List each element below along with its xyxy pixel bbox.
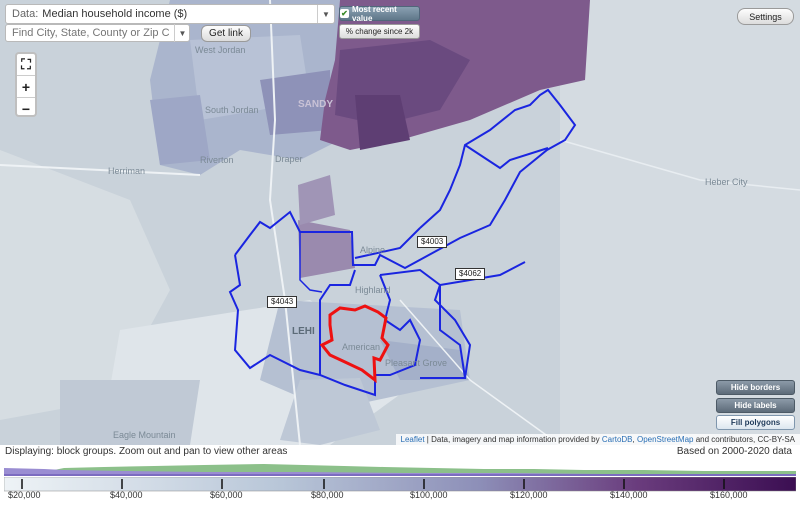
legend-tick-label: $80,000 <box>311 490 344 500</box>
fit-bounds-icon[interactable]: ⛶ <box>17 54 35 76</box>
legend-tick-label: $140,000 <box>610 490 648 500</box>
boundary-label: $4003 <box>417 236 448 248</box>
most-recent-label: Most recent value <box>351 4 397 23</box>
map-canvas <box>0 0 800 445</box>
settings-button[interactable]: Settings <box>737 8 794 25</box>
legend-tick-label: $120,000 <box>510 490 548 500</box>
map-label-lehi: LEHI <box>292 326 315 337</box>
map-area[interactable]: West Jordan South Jordan SANDY Riverton … <box>0 0 800 445</box>
checkmark-icon: ✔ <box>340 9 349 18</box>
most-recent-value-button[interactable]: ✔ Most recent value <box>339 4 420 23</box>
zoom-out-button[interactable]: − <box>17 98 35 119</box>
map-attribution: Leaflet | Data, imagery and map informat… <box>395 434 800 445</box>
attribution-text: | Data, imagery and map information prov… <box>424 435 602 444</box>
map-label-south-jordan: South Jordan <box>205 105 259 115</box>
hide-labels-button[interactable]: Hide labels <box>716 398 795 413</box>
map-label-eagle-mountain: Eagle Mountain <box>113 430 176 440</box>
map-label-herriman: Herriman <box>108 166 146 176</box>
data-select-label: Data: <box>12 8 39 20</box>
leaflet-link[interactable]: Leaflet <box>401 435 425 444</box>
map-label-highland: Highland <box>355 285 391 295</box>
map-label-riverton: Riverton <box>200 155 234 165</box>
map-label-draper: Draper <box>275 154 303 164</box>
legend-tick-label: $40,000 <box>110 490 143 500</box>
map-label-west-jordan: West Jordan <box>195 45 246 55</box>
get-link-button[interactable]: Get link <box>201 25 251 42</box>
map-label-american-fork: American <box>342 342 381 352</box>
zoom-in-button[interactable]: + <box>17 76 35 98</box>
pct-change-button[interactable]: % change since 2k <box>339 24 420 39</box>
legend-tick-label: $60,000 <box>210 490 243 500</box>
legend-tick-label: $100,000 <box>410 490 448 500</box>
data-select-value: Median household income ($) <box>42 8 188 20</box>
location-search-input[interactable] <box>5 24 190 42</box>
legend-tick-label: $20,000 <box>8 490 41 500</box>
legend-tick-label: $160,000 <box>710 490 748 500</box>
boundary-label: $4062 <box>455 268 486 280</box>
zoom-control: ⛶ + − <box>15 52 37 117</box>
attribution-tail: and contributors, CC-BY-SA <box>693 435 795 444</box>
osm-link[interactable]: OpenStreetMap <box>637 435 693 444</box>
map-label-sandy: SANDY <box>298 99 334 110</box>
value-histogram <box>4 464 796 476</box>
map-label-heber-city: Heber City <box>705 177 748 187</box>
chevron-down-icon[interactable]: ▼ <box>317 5 334 23</box>
fill-polygons-button[interactable]: Fill polygons <box>716 415 795 430</box>
boundary-label: $4043 <box>267 296 298 308</box>
chevron-down-icon[interactable]: ▼ <box>174 24 190 42</box>
hide-borders-button[interactable]: Hide borders <box>716 380 795 395</box>
map-label-pleasant-grove: Pleasant Grove <box>385 358 448 368</box>
data-select[interactable]: Data: Median household income ($) ▼ <box>5 4 335 24</box>
cartodb-link[interactable]: CartoDB <box>602 435 633 444</box>
map-label-alpine: Alpine <box>360 245 386 255</box>
